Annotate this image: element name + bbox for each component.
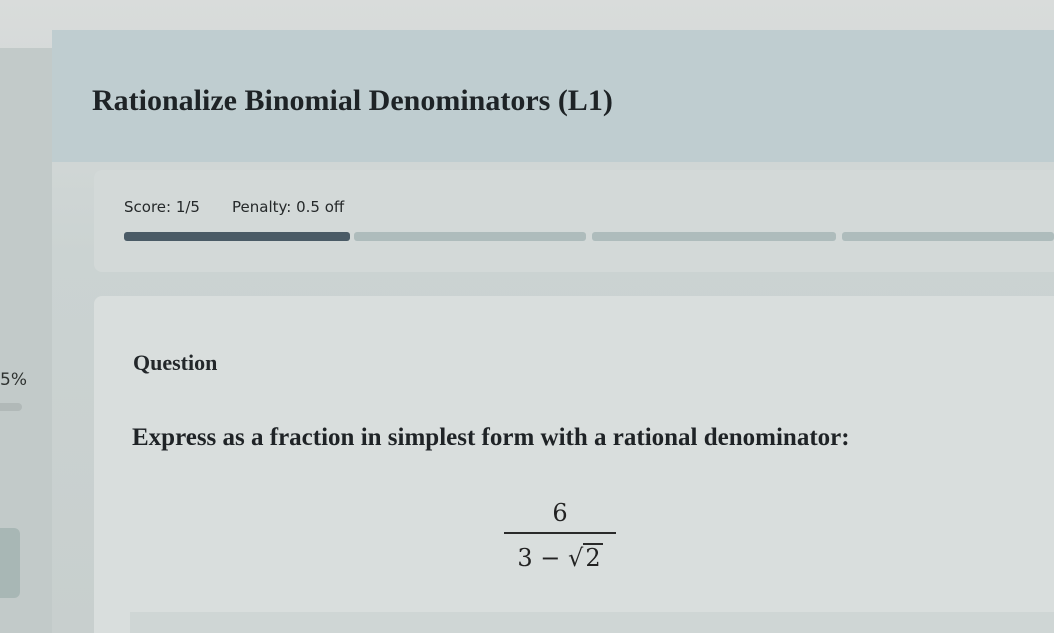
answer-area-edge	[130, 612, 1054, 633]
denominator-prefix: 3 −	[517, 544, 569, 572]
page-title: Rationalize Binomial Denominators (L1)	[92, 84, 613, 117]
page: 5% Rationalize Binomial Denominators (L1…	[0, 0, 1054, 633]
progress-segment-1	[124, 232, 350, 241]
sidebar-button[interactable]	[0, 528, 20, 598]
score-card	[94, 170, 1054, 272]
fraction-numerator: 6	[552, 499, 568, 527]
penalty-label: Penalty: 0.5 off	[232, 198, 345, 216]
math-fraction: 6 3 − √2	[500, 496, 620, 576]
question-heading: Question	[133, 350, 218, 375]
progress-segment-3	[592, 232, 836, 241]
fraction-bar	[504, 532, 616, 534]
question-card	[94, 296, 1054, 633]
radical-sign: √	[568, 544, 584, 572]
sidebar-progress-bar	[0, 403, 22, 411]
fraction-denominator: 3 − √2	[500, 540, 620, 576]
progress-segment-4	[842, 232, 1054, 241]
radicand: 2	[583, 543, 603, 572]
sidebar-percent: 5%	[0, 370, 27, 390]
question-prompt: Express as a fraction in simplest form w…	[132, 424, 850, 451]
score-label: Score: 1/5	[124, 198, 200, 216]
progress-segment-2	[354, 232, 586, 241]
